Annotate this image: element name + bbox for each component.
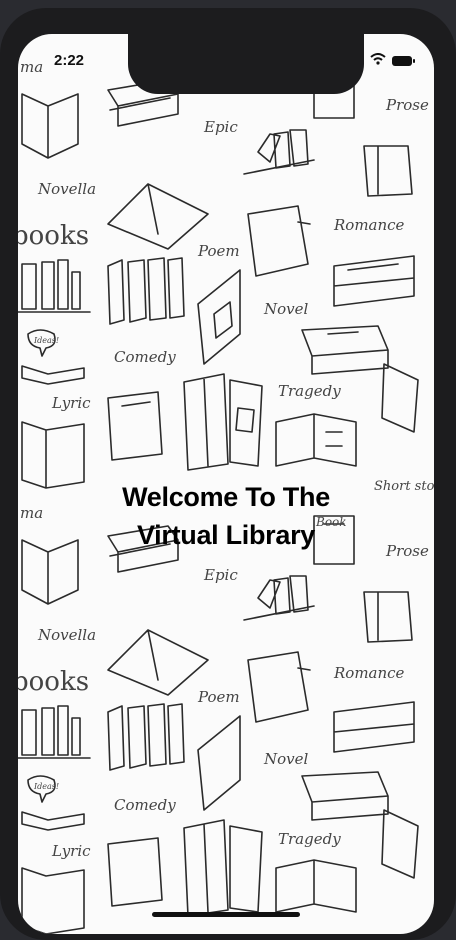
device-frame: 2:22 ma Prose Epic Novella Poem Romance … (0, 8, 456, 940)
doodle-word-prose: Prose (385, 96, 429, 114)
doodle-word-ideas-2: Ideas! (33, 782, 59, 791)
status-time: 2:22 (54, 52, 85, 69)
doodle-word-novel-2: Novel (263, 750, 309, 768)
wifi-icon (370, 52, 386, 70)
welcome-line-1: Welcome To The (122, 482, 330, 512)
welcome-title: Welcome To The Virtual Library (18, 478, 434, 554)
doodle-word-romance: Romance (333, 216, 405, 234)
home-indicator[interactable] (152, 912, 300, 917)
doodle-word-comedy-2: Comedy (114, 796, 176, 814)
doodle-word-lyric: Lyric (51, 394, 91, 412)
doodle-word-tragedy-2: Tragedy (278, 830, 341, 848)
welcome-line-2: Virtual Library (136, 520, 316, 550)
battery-icon (392, 56, 415, 66)
app-screen: 2:22 ma Prose Epic Novella Poem Romance … (18, 34, 434, 934)
doodle-word-epic-2: Epic (203, 566, 238, 584)
doodle-word-ma: ma (20, 58, 43, 76)
doodle-word-romance-2: Romance (333, 664, 405, 682)
doodle-word-novella-2: Novella (37, 626, 96, 644)
doodle-word-books: books (18, 221, 89, 251)
doodle-word-tragedy: Tragedy (278, 382, 341, 400)
doodle-word-poem-2: Poem (197, 688, 240, 706)
doodle-word-books-2: books (18, 667, 89, 697)
doodle-word-ideas: Ideas! (33, 336, 59, 345)
doodle-word-epic: Epic (203, 118, 238, 136)
doodle-word-lyric-2: Lyric (51, 842, 91, 860)
device-notch (128, 34, 364, 94)
doodle-word-comedy: Comedy (114, 348, 176, 366)
status-icons (370, 52, 415, 70)
doodle-word-poem: Poem (197, 242, 240, 260)
doodle-word-novel: Novel (263, 300, 309, 318)
doodle-word-novella: Novella (37, 180, 96, 198)
